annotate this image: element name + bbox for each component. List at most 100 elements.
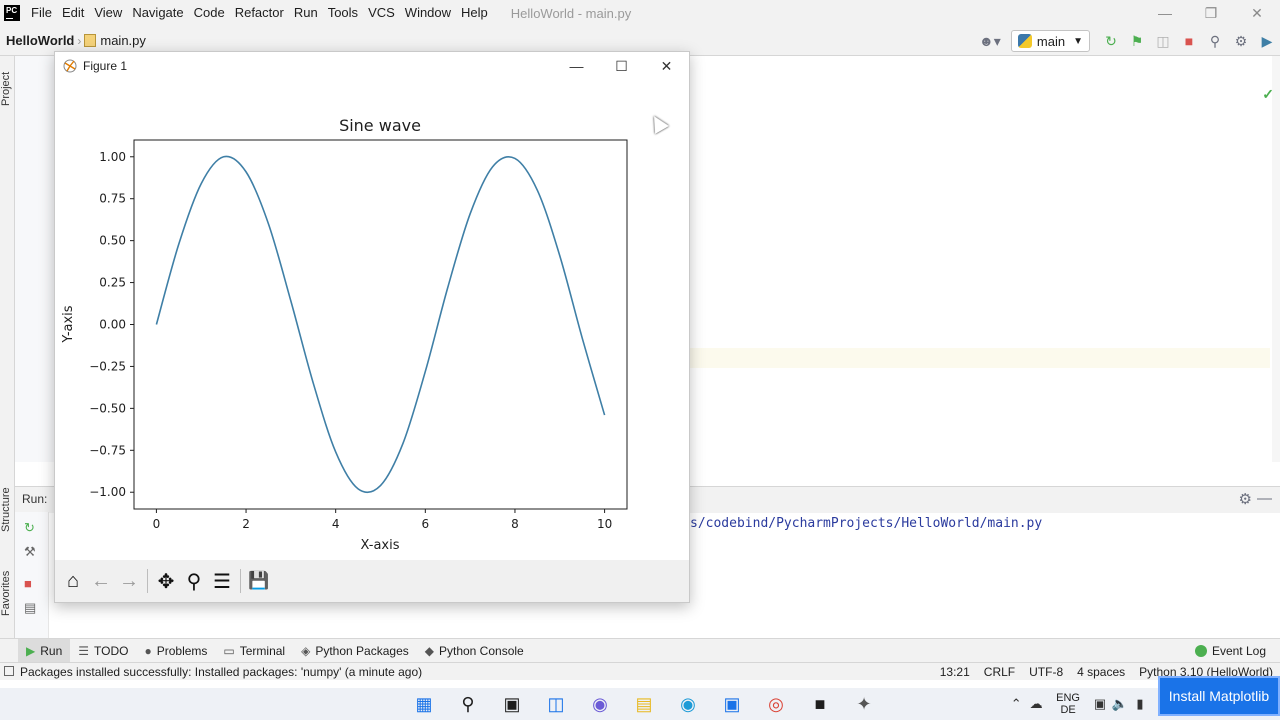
network-icon[interactable]: ▣ [1090, 696, 1110, 712]
python-taskbar-icon[interactable]: ✦ [848, 688, 880, 720]
pycharm-taskbar-icon[interactable]: ■ [804, 688, 836, 720]
stop-icon[interactable]: ■ [1176, 28, 1202, 54]
menu-run[interactable]: Run [289, 0, 323, 26]
figure-title: Figure 1 [83, 59, 128, 73]
configure-subplots-icon[interactable]: ☰ [208, 567, 236, 595]
tab-python-console[interactable]: ◆ Python Console [417, 639, 532, 663]
close-button[interactable]: ✕ [1234, 0, 1280, 26]
x-tick-label: 0 [153, 517, 161, 531]
tab-label: Problems [156, 643, 208, 658]
menu-window[interactable]: Window [400, 0, 456, 26]
menu-refactor[interactable]: Refactor [230, 0, 289, 26]
tab-problems[interactable]: ● Problems [136, 639, 215, 663]
rerun-icon[interactable]: ↻ [24, 520, 35, 536]
terminal-icon: ▭ [223, 643, 235, 658]
search-icon[interactable]: ⚲ [452, 688, 484, 720]
menu-code[interactable]: Code [189, 0, 230, 26]
menu-vcs[interactable]: VCS [363, 0, 400, 26]
jetbrains-logo-icon[interactable]: ▶ [1254, 28, 1280, 54]
tab-label: Python Console [438, 643, 524, 658]
run-configuration-select[interactable]: main ▼ [1010, 30, 1090, 52]
y-axis-label: Y-axis [61, 305, 76, 343]
status-message[interactable]: Packages installed successfully: Install… [20, 665, 422, 679]
figure-title-bar[interactable]: Figure 1 — ☐ ✕ [55, 52, 689, 80]
chevron-up-icon[interactable]: ⌃ [1006, 696, 1026, 712]
project-tool-tab[interactable]: Project [0, 64, 15, 114]
file-encoding[interactable]: UTF-8 [1022, 665, 1070, 679]
chrome-icon[interactable]: ◎ [760, 688, 792, 720]
tab-run[interactable]: ▶ Run [18, 638, 71, 663]
install-matplotlib-badge: Install Matplotlib [1158, 676, 1280, 716]
stop-icon[interactable]: ■ [24, 576, 32, 591]
save-icon[interactable]: 💾 [245, 567, 273, 595]
close-button[interactable]: ✕ [644, 52, 689, 80]
line-ending[interactable]: CRLF [977, 665, 1022, 679]
battery-icon[interactable]: ▮ [1130, 696, 1150, 712]
breadcrumb-file[interactable]: main.py [100, 33, 146, 48]
minimize-panel-icon[interactable]: — [1257, 490, 1272, 507]
sine-wave-chart[interactable]: Sine wave 1.00 0.75 0.50 0.25 0.00 −0.25 −0.50… [55, 80, 689, 560]
menu-view[interactable]: View [89, 0, 127, 26]
figure-window[interactable]: Figure 1 — ☐ ✕ Sine wave 1.00 0.75 0.50 0.2… [54, 51, 690, 603]
x-axis: 0 2 4 6 8 10 [153, 509, 612, 531]
menu-navigate[interactable]: Navigate [127, 0, 188, 26]
minimize-button[interactable]: — [1142, 0, 1188, 26]
pan-icon[interactable]: ✥ [152, 567, 180, 595]
y-tick-label: 0.50 [99, 234, 126, 248]
task-view-icon[interactable]: ▣ [496, 688, 528, 720]
zoom-icon[interactable]: ⚲ [180, 567, 208, 595]
chart-title: Sine wave [339, 116, 421, 135]
breadcrumb-project[interactable]: HelloWorld [6, 33, 74, 48]
restore-button[interactable]: ❐ [1188, 0, 1234, 26]
y-tick-label: −0.50 [89, 401, 126, 415]
menu-edit[interactable]: Edit [57, 0, 89, 26]
menu-file[interactable]: File [26, 0, 57, 26]
favorites-tool-tab[interactable]: Favorites [0, 564, 15, 622]
console-icon: ◆ [424, 643, 434, 658]
edge-browser-icon[interactable]: ◉ [672, 688, 704, 720]
file-explorer-icon[interactable]: ▤ [628, 688, 660, 720]
debug-icon[interactable]: ⚑ [1124, 28, 1150, 54]
status-bar: Packages installed successfully: Install… [0, 662, 1280, 680]
widgets-icon[interactable]: ◫ [540, 688, 572, 720]
search-icon[interactable]: ⚲ [1202, 28, 1228, 54]
tab-label: Run [40, 643, 63, 658]
coverage-icon[interactable]: ◫ [1150, 28, 1176, 54]
menu-help[interactable]: Help [456, 0, 493, 26]
x-tick-label: 8 [511, 517, 519, 531]
back-icon[interactable]: ← [87, 567, 115, 595]
rerun-icon[interactable]: ↻ [1098, 28, 1124, 54]
run-output-path[interactable]: s/codebind/PycharmProjects/HelloWorld/ma… [690, 516, 1042, 531]
indent-setting[interactable]: 4 spaces [1070, 665, 1132, 679]
editor-scrollbar[interactable] [1272, 56, 1280, 462]
volume-icon[interactable]: 🔈 [1110, 696, 1130, 712]
layout-icon[interactable]: ▤ [24, 600, 36, 616]
caret-position[interactable]: 13:21 [933, 665, 977, 679]
maximize-button[interactable]: ☐ [599, 52, 644, 80]
user-icon[interactable]: ☻▾ [977, 28, 1003, 54]
minimize-button[interactable]: — [554, 52, 599, 80]
run-panel-label: Run: [22, 492, 48, 506]
tab-terminal[interactable]: ▭ Terminal [215, 639, 293, 663]
status-toggle-icon[interactable] [4, 666, 14, 676]
title-bar: PC File Edit View Navigate Code Refactor… [0, 0, 1280, 26]
gear-icon[interactable]: ⚙ [1228, 28, 1254, 54]
structure-tool-tab[interactable]: Structure [0, 480, 15, 540]
x-tick-label: 4 [332, 517, 340, 531]
forward-icon[interactable]: → [115, 567, 143, 595]
inspection-ok-icon[interactable]: ✓ [1262, 86, 1274, 103]
chat-icon[interactable]: ◉ [584, 688, 616, 720]
keyboard-language[interactable]: ENG DE [1056, 692, 1080, 716]
x-axis-label: X-axis [361, 538, 400, 553]
store-icon[interactable]: ▣ [716, 688, 748, 720]
menu-tools[interactable]: Tools [323, 0, 363, 26]
windows-start-icon[interactable]: ▦ [408, 688, 440, 720]
y-tick-label: −1.00 [89, 485, 126, 499]
tab-todo[interactable]: ☰ TODO [70, 639, 136, 663]
wrench-icon[interactable]: ⚒ [24, 544, 36, 560]
event-log-tab[interactable]: Event Log [1194, 639, 1266, 663]
home-icon[interactable]: ⌂ [59, 567, 87, 595]
gear-icon[interactable]: ⚙ [1239, 490, 1252, 508]
onedrive-icon[interactable]: ☁ [1026, 696, 1046, 712]
tab-python-packages[interactable]: ◈ Python Packages [293, 639, 417, 663]
